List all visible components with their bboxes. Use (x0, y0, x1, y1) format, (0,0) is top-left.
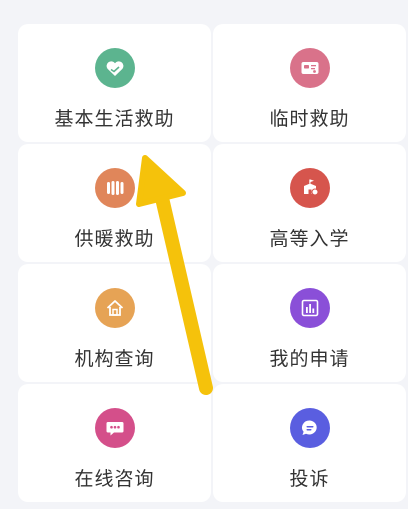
tile-basic-living-aid[interactable]: 基本生活救助 (18, 24, 211, 142)
tile-online-consultation[interactable]: 在线咨询 (18, 384, 211, 502)
tile-temporary-aid[interactable]: 临时救助 (213, 24, 406, 142)
heart-card-icon (94, 48, 135, 88)
radiator-icon (94, 168, 135, 208)
tile-higher-education[interactable]: 高等入学 (213, 144, 406, 262)
service-grid: 基本生活救助 临时救助 供暖救助 高等入学 机构查询 我的申请 在线咨询 投诉 (18, 24, 408, 502)
tile-label: 基本生活救助 (54, 108, 175, 130)
tile-label: 在线咨询 (74, 468, 155, 490)
bar-chart-icon (289, 288, 330, 328)
school-building-icon (289, 168, 330, 208)
tile-label: 投诉 (289, 468, 330, 490)
tile-label: 临时救助 (269, 108, 350, 130)
tile-my-applications[interactable]: 我的申请 (213, 264, 406, 382)
home-icon (94, 288, 135, 328)
tile-label: 机构查询 (74, 348, 155, 370)
tile-heating-aid[interactable]: 供暖救助 (18, 144, 211, 262)
message-lines-icon (289, 408, 330, 448)
tile-label: 供暖救助 (74, 228, 155, 250)
tile-institution-query[interactable]: 机构查询 (18, 264, 211, 382)
tile-complaint[interactable]: 投诉 (213, 384, 406, 502)
tile-label: 高等入学 (269, 228, 350, 250)
tile-label: 我的申请 (269, 348, 350, 370)
chat-bubble-dots-icon (94, 408, 135, 448)
id-card-icon (289, 48, 330, 88)
